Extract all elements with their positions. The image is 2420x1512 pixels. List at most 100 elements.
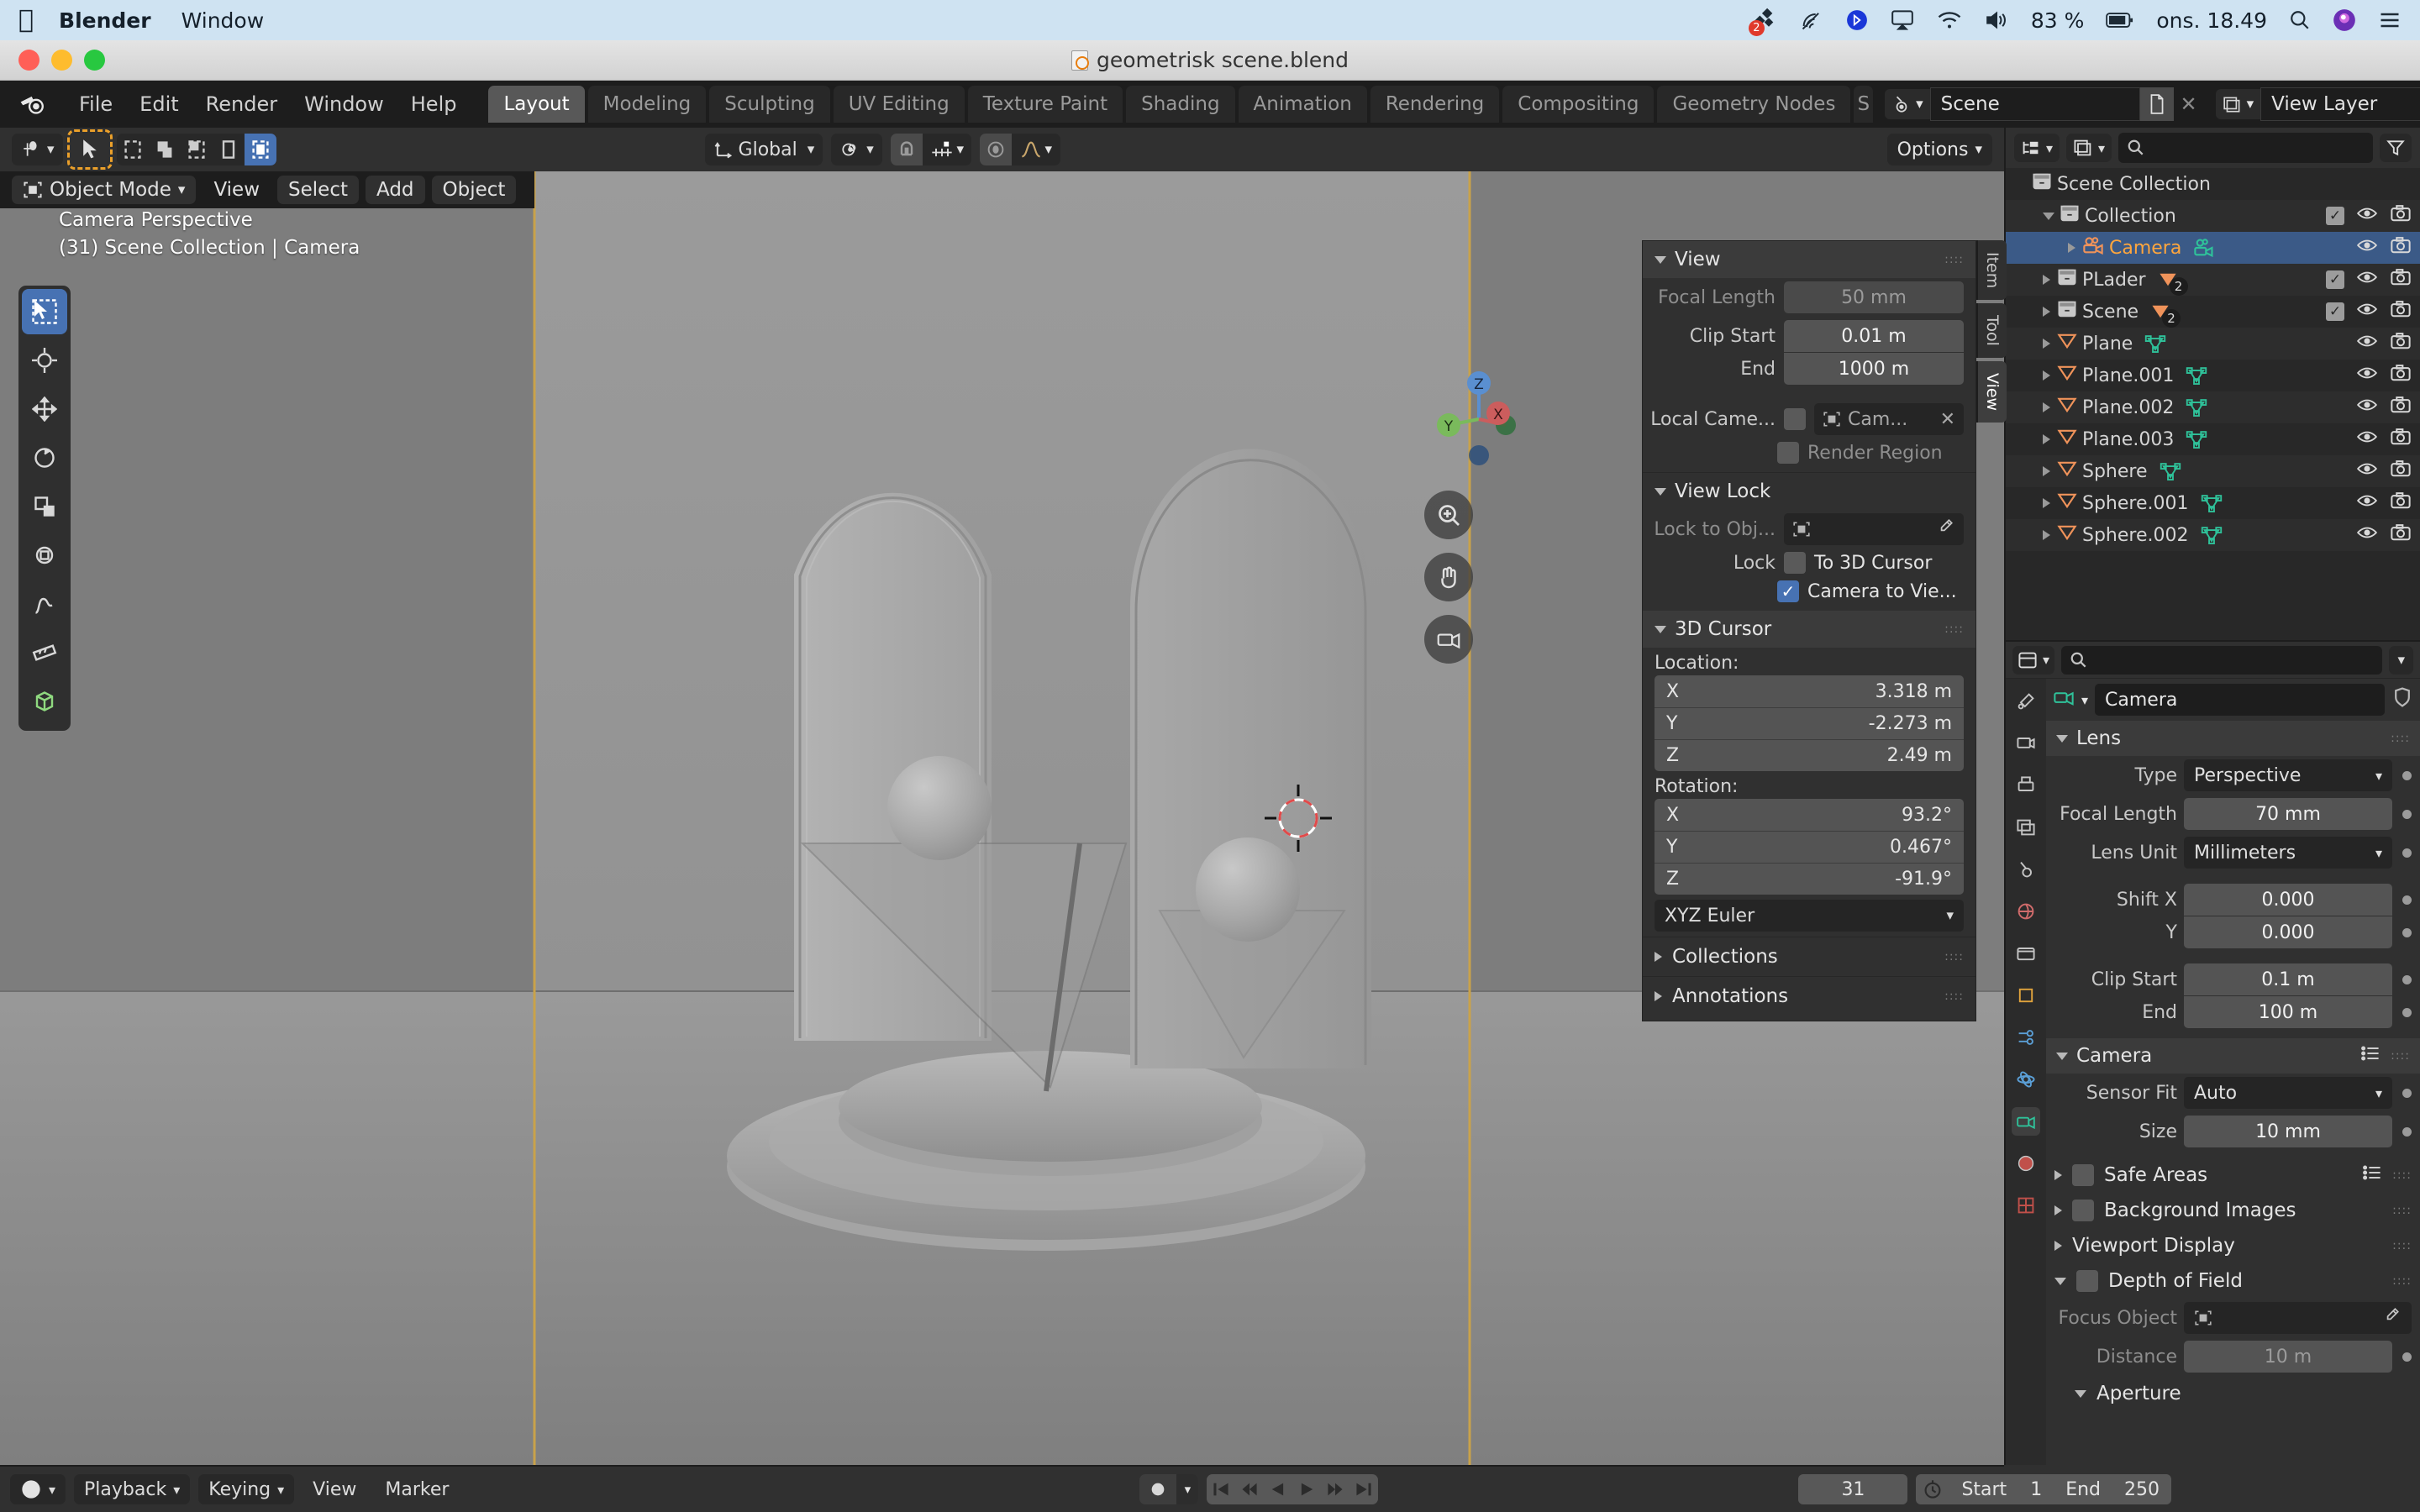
transform-orientation-selector[interactable]: Global ▾ <box>704 134 823 165</box>
presets-list-icon[interactable] <box>2362 1164 2382 1186</box>
macos-menu-window[interactable]: Window <box>182 8 265 33</box>
timeline-menu-view[interactable]: View <box>302 1474 366 1504</box>
cursor-location-y-row[interactable]: Y -2.273 m <box>1655 707 1964 739</box>
cursor-location-z-row[interactable]: Z 2.49 m <box>1655 739 1964 771</box>
jump-to-end-icon[interactable] <box>1349 1474 1378 1504</box>
select-invert-icon[interactable] <box>213 134 245 165</box>
tool-rotate-icon[interactable] <box>22 435 67 480</box>
zoom-view-icon[interactable] <box>1424 491 1473 539</box>
tool-transform-icon[interactable] <box>22 533 67 578</box>
outliner-row[interactable]: PLader 2 ✓ <box>2006 264 2420 296</box>
disable-in-render-icon[interactable] <box>2390 459 2412 483</box>
bluetooth-icon[interactable] <box>1846 8 1868 32</box>
chevron-right-icon[interactable] <box>2043 466 2050 476</box>
hide-in-viewport-icon[interactable] <box>2356 428 2378 450</box>
menu-help[interactable]: Help <box>397 89 471 119</box>
properties-tab-material[interactable] <box>2012 1149 2040 1178</box>
outliner-display-mode-icon[interactable]: ▾ <box>2066 134 2112 162</box>
tool-scale-icon[interactable] <box>22 484 67 529</box>
properties-tab-tool[interactable] <box>2012 687 2040 716</box>
spotlight-search-icon[interactable] <box>2289 9 2311 31</box>
animate-property-dot[interactable] <box>2402 1126 2412 1137</box>
menu-render[interactable]: Render <box>192 89 291 119</box>
viewport-menu-select[interactable]: Select <box>277 176 359 204</box>
drag-grip-icon[interactable]: :::: <box>1944 950 1964 963</box>
airdrop-icon[interactable] <box>1799 8 1824 32</box>
animate-property-dot[interactable] <box>2402 1352 2412 1362</box>
workspace-tab-texture-paint[interactable]: Texture Paint <box>967 86 1123 123</box>
camera-object-icon[interactable] <box>2082 235 2104 260</box>
properties-tab-output[interactable] <box>2012 771 2040 800</box>
viewport-options-button[interactable]: Options ▾ <box>1886 134 1992 165</box>
chevron-right-icon[interactable] <box>2043 530 2050 540</box>
shift-x-value[interactable]: 0.000 <box>2184 884 2392 916</box>
hide-in-viewport-icon[interactable] <box>2356 460 2378 482</box>
close-icon[interactable]: ✕ <box>1940 409 1955 430</box>
outliner-row[interactable]: Plane.001 <box>2006 360 2420 391</box>
safe-areas-section[interactable]: Safe Areas :::: <box>2046 1158 2420 1193</box>
outliner-search-input[interactable] <box>2118 133 2373 163</box>
timeline-editor-type-icon[interactable]: ▾ <box>10 1474 66 1504</box>
clip-end-value[interactable]: 1000 m <box>1784 353 1964 385</box>
mesh-object-icon[interactable] <box>2057 428 2077 451</box>
properties-editor-type-icon[interactable]: ▾ <box>2012 645 2055 675</box>
tool-annotate-icon[interactable] <box>22 581 67 627</box>
macos-app-name[interactable]: Blender <box>59 8 151 33</box>
jump-to-start-icon[interactable] <box>1207 1474 1235 1504</box>
chevron-right-icon[interactable] <box>2043 498 2050 508</box>
cursor-rotation-x-row[interactable]: X 93.2° <box>1655 799 1964 831</box>
mesh-data-icon[interactable] <box>2186 366 2207 385</box>
properties-tab-world[interactable] <box>2012 897 2040 926</box>
drag-grip-icon[interactable]: :::: <box>2391 1049 2410 1063</box>
drag-grip-icon[interactable]: :::: <box>2392 1239 2412 1252</box>
rotation-mode-selector[interactable]: XYZ Euler ▾ <box>1655 900 1964 932</box>
mesh-data-icon[interactable] <box>2144 334 2166 353</box>
auto-keying-dropdown-icon[interactable]: ▾ <box>1176 1474 1199 1504</box>
hide-in-viewport-icon[interactable] <box>2356 269 2378 291</box>
chevron-right-icon[interactable] <box>2043 434 2050 444</box>
object-mode-selector[interactable]: Object Mode ▾ <box>12 176 197 204</box>
cursor-location-x-row[interactable]: X 3.318 m <box>1655 675 1964 707</box>
properties-tab-physics[interactable] <box>2012 1065 2040 1094</box>
proportional-falloff-selector[interactable]: ▾ <box>1012 134 1060 165</box>
exclude-checkbox[interactable]: ✓ <box>2326 302 2344 321</box>
apple-icon[interactable]:  <box>18 8 34 33</box>
viewport-display-section[interactable]: Viewport Display :::: <box>2046 1228 2420 1263</box>
camera-clip-end-value[interactable]: 100 m <box>2184 996 2392 1028</box>
outliner-editor-type-icon[interactable]: ▾ <box>2014 134 2060 162</box>
properties-tab-object[interactable] <box>2012 981 2040 1010</box>
outliner-row[interactable]: Plane.003 <box>2006 423 2420 455</box>
battery-icon[interactable] <box>2106 11 2134 29</box>
disable-in-render-icon[interactable] <box>2390 236 2412 260</box>
chevron-down-icon[interactable]: ▾ <box>2081 692 2088 708</box>
hide-in-viewport-icon[interactable] <box>2356 333 2378 354</box>
camera-data-icon[interactable] <box>2193 238 2215 258</box>
disable-in-render-icon[interactable] <box>2390 428 2412 451</box>
scene-name-field[interactable]: Scene <box>1929 87 2140 121</box>
outliner-row[interactable]: Sphere.001 <box>2006 487 2420 519</box>
mesh-object-icon[interactable] <box>2057 396 2077 419</box>
timeline-menu-playback[interactable]: Playback ▾ <box>74 1474 191 1504</box>
workspace-tab-modeling[interactable]: Modeling <box>587 86 707 123</box>
mesh-data-icon[interactable] <box>2160 462 2181 480</box>
chevron-right-icon[interactable] <box>2043 370 2050 381</box>
focus-object-field[interactable] <box>2184 1302 2412 1334</box>
animate-property-dot[interactable] <box>2402 809 2412 819</box>
drag-grip-icon[interactable]: :::: <box>2392 1204 2412 1217</box>
chevron-right-icon[interactable] <box>2043 307 2050 317</box>
frame-start-value[interactable]: 1 <box>2018 1474 2054 1504</box>
tool-cursor-icon[interactable] <box>22 338 67 383</box>
outliner-row[interactable]: Scene 2 ✓ <box>2006 296 2420 328</box>
npanel-tab-tool[interactable]: Tool <box>1976 303 2007 359</box>
tool-move-icon[interactable] <box>22 386 67 432</box>
scene-remove-button[interactable]: ✕ <box>2174 87 2204 121</box>
local-camera-checkbox[interactable] <box>1784 408 1806 430</box>
collection-icon[interactable] <box>2057 300 2077 323</box>
mesh-icon[interactable]: 2 <box>2158 270 2188 296</box>
frame-end-value[interactable]: 250 <box>2112 1474 2171 1504</box>
exclude-checkbox[interactable]: ✓ <box>2326 270 2344 289</box>
workspace-tab-shading[interactable]: Shading <box>1126 86 1235 123</box>
outliner-row[interactable]: Camera <box>2006 232 2420 264</box>
npanel-view-header[interactable]: View :::: <box>1643 241 1975 278</box>
viewport-menu-add[interactable]: Add <box>366 176 425 204</box>
